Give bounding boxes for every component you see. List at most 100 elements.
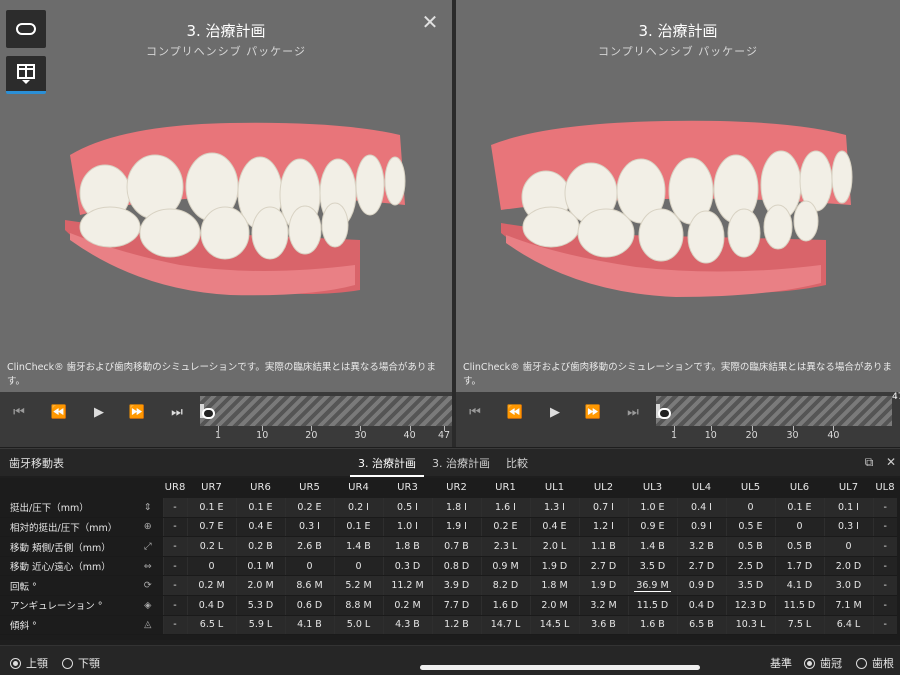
table-cell[interactable]: 1.2 I	[578, 517, 628, 538]
table-cell[interactable]: 7.5 L	[774, 615, 824, 636]
table-cell[interactable]: 1.8 B	[382, 536, 432, 557]
step-back-icon[interactable]: ⏪	[504, 403, 526, 421]
table-cell[interactable]: -	[162, 536, 187, 557]
table-cell[interactable]: 1.8 I	[431, 497, 481, 518]
table-cell[interactable]: 2.0 M	[529, 595, 579, 616]
crown-radio[interactable]: 歯冠	[804, 655, 842, 671]
table-cell[interactable]: 0.2 M	[382, 595, 432, 616]
close-icon[interactable]: ✕	[884, 455, 898, 469]
tab-plan-b[interactable]: 3. 治療計画	[424, 449, 498, 477]
table-cell[interactable]: 1.2 B	[431, 615, 481, 636]
table-cell[interactable]: 0	[284, 556, 334, 577]
table-cell[interactable]: 1.1 B	[578, 536, 628, 557]
home-indicator[interactable]	[420, 665, 700, 670]
table-cell[interactable]: 0.1 E	[235, 497, 285, 518]
table-cell[interactable]: 8.2 D	[480, 575, 530, 597]
table-cell[interactable]: 1.4 B	[333, 536, 383, 557]
table-cell[interactable]: -	[162, 615, 187, 636]
table-cell[interactable]: 0	[725, 497, 775, 518]
table-cell[interactable]: 4.3 B	[382, 615, 432, 636]
table-cell[interactable]: 6.5 B	[676, 615, 726, 636]
left-viewer[interactable]: 3. 治療計画 コンプリヘンシブ パッケージ ✕ ClinCheck® 歯牙およ…	[0, 0, 452, 447]
table-cell[interactable]: 36.9 M	[627, 575, 677, 597]
table-cell[interactable]: 0.1 E	[774, 497, 824, 518]
table-cell[interactable]: 3.5 D	[627, 556, 677, 577]
table-cell[interactable]: 0.7 E	[186, 517, 236, 538]
table-cell[interactable]: 0.2 L	[186, 536, 236, 557]
table-cell[interactable]: 0.1 E	[333, 517, 383, 538]
table-cell[interactable]: 3.2 M	[578, 595, 628, 616]
table-cell[interactable]: 1.4 B	[627, 536, 677, 557]
root-radio[interactable]: 歯根	[856, 655, 894, 671]
table-cell[interactable]: 0.9 D	[676, 575, 726, 597]
stage-slider-knob[interactable]	[202, 408, 215, 419]
skip-to-start-icon[interactable]: ⏮	[8, 403, 30, 421]
table-cell[interactable]: 0.4 E	[235, 517, 285, 538]
table-cell[interactable]: 0	[823, 536, 873, 557]
table-cell[interactable]: 6.5 L	[186, 615, 236, 636]
table-cell[interactable]: -	[162, 575, 187, 597]
table-cell[interactable]: 11.5 D	[774, 595, 824, 616]
lower-jaw-radio[interactable]: 下顎	[62, 655, 100, 671]
step-back-icon[interactable]: ⏪	[48, 403, 70, 421]
table-cell[interactable]: 2.3 L	[480, 536, 530, 557]
table-cell[interactable]: 0.5 B	[725, 536, 775, 557]
right-viewer[interactable]: 3. 治療計画 コンプリヘンシブ パッケージ ClinCheck® 歯牙および歯…	[456, 0, 900, 447]
table-cell[interactable]: 0.1 E	[186, 497, 236, 518]
table-cell[interactable]: 0.7 I	[578, 497, 628, 518]
table-cell[interactable]: 0.7 B	[431, 536, 481, 557]
jaw-view-button[interactable]	[6, 10, 46, 48]
stage-slider[interactable]	[200, 396, 452, 426]
table-cell[interactable]: 5.0 L	[333, 615, 383, 636]
table-cell[interactable]: 3.9 D	[431, 575, 481, 597]
table-cell[interactable]: 14.5 L	[529, 615, 579, 636]
skip-to-start-icon[interactable]: ⏮	[464, 403, 486, 421]
table-cell[interactable]: 0.4 I	[676, 497, 726, 518]
teeth-3d-model-right[interactable]	[486, 115, 856, 305]
table-cell[interactable]: 2.5 D	[725, 556, 775, 577]
table-cell[interactable]: 8.6 M	[284, 575, 334, 597]
table-cell[interactable]: 0.2 B	[235, 536, 285, 557]
table-cell[interactable]: -	[872, 517, 897, 538]
table-cell[interactable]: -	[162, 497, 187, 518]
table-cell[interactable]: -	[872, 536, 897, 557]
table-cell[interactable]: 6.4 L	[823, 615, 873, 636]
table-cell[interactable]: 0	[774, 517, 824, 538]
teeth-3d-model-left[interactable]	[60, 115, 410, 305]
table-cell[interactable]: -	[162, 517, 187, 538]
table-cell[interactable]: 2.0 L	[529, 536, 579, 557]
table-cell[interactable]: 1.6 B	[627, 615, 677, 636]
table-cell[interactable]: -	[872, 575, 897, 597]
table-cell[interactable]: 1.7 D	[774, 556, 824, 577]
table-cell[interactable]: 3.5 D	[725, 575, 775, 597]
table-cell[interactable]: 3.0 D	[823, 575, 873, 597]
table-cell[interactable]: 10.3 L	[725, 615, 775, 636]
table-cell[interactable]: 8.8 M	[333, 595, 383, 616]
table-cell[interactable]: 3.6 B	[578, 615, 628, 636]
copy-icon[interactable]: ⧉	[862, 455, 876, 469]
table-cell[interactable]: 7.1 M	[823, 595, 873, 616]
table-cell[interactable]: 0.2 E	[284, 497, 334, 518]
table-cell[interactable]: -	[872, 595, 897, 616]
play-icon[interactable]: ▶	[88, 403, 110, 421]
table-cell[interactable]: 0	[186, 556, 236, 577]
table-cell[interactable]: 0.9 M	[480, 556, 530, 577]
close-icon[interactable]: ✕	[420, 12, 440, 32]
table-cell[interactable]: 0.2 I	[333, 497, 383, 518]
table-cell[interactable]: 7.7 D	[431, 595, 481, 616]
table-cell[interactable]: 0.5 B	[774, 536, 824, 557]
table-cell[interactable]: 0.4 E	[529, 517, 579, 538]
table-cell[interactable]: 2.7 D	[578, 556, 628, 577]
table-cell[interactable]: 0.3 I	[284, 517, 334, 538]
table-cell[interactable]: 2.7 D	[676, 556, 726, 577]
table-cell[interactable]: 11.2 M	[382, 575, 432, 597]
table-cell[interactable]: 1.0 I	[382, 517, 432, 538]
table-cell[interactable]: 5.3 D	[235, 595, 285, 616]
table-cell[interactable]: 3.2 B	[676, 536, 726, 557]
table-cell[interactable]: 11.5 D	[627, 595, 677, 616]
stage-slider[interactable]	[656, 396, 892, 426]
step-forward-icon[interactable]: ⏩	[582, 403, 604, 421]
table-cell[interactable]: -	[872, 615, 897, 636]
skip-to-end-icon[interactable]: ⏭	[622, 403, 644, 421]
table-cell[interactable]: 0.5 E	[725, 517, 775, 538]
